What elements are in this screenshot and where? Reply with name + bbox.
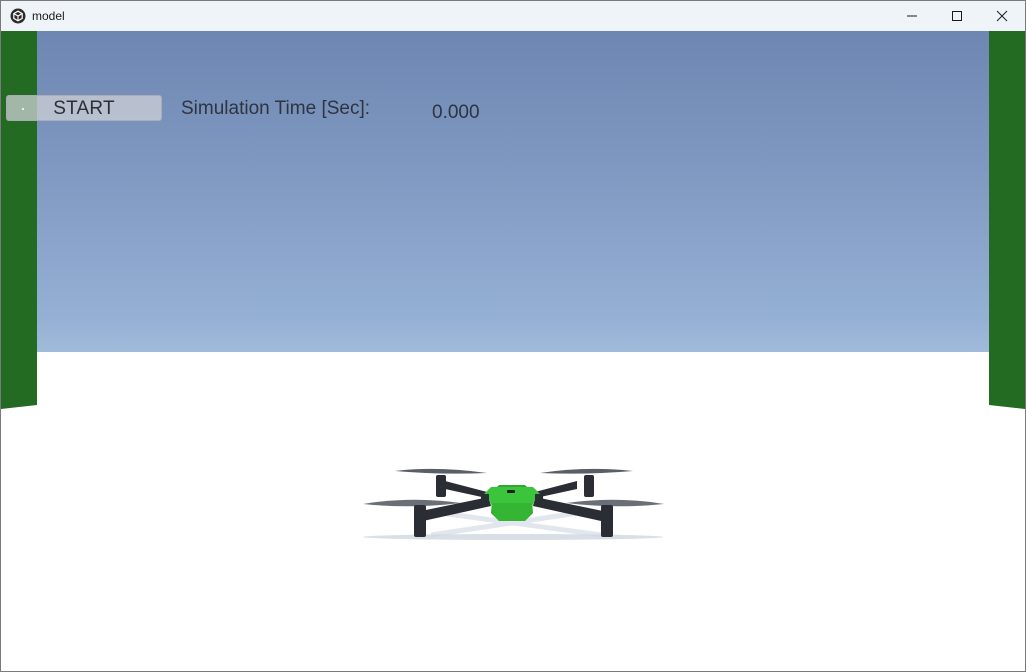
- simulation-time-value: 0.000: [432, 102, 480, 123]
- close-icon: [996, 10, 1008, 22]
- maximize-icon: [952, 11, 962, 21]
- close-button[interactable]: [979, 1, 1025, 31]
- start-button[interactable]: START: [6, 95, 162, 121]
- title-bar[interactable]: model: [1, 1, 1025, 31]
- minimize-icon: [907, 15, 917, 17]
- maximize-button[interactable]: [934, 1, 980, 31]
- quadcopter-drone: [363, 468, 664, 540]
- minimize-button[interactable]: [889, 1, 935, 31]
- start-button-label: START: [53, 98, 115, 119]
- window-title: model: [32, 9, 65, 23]
- right-wall: [989, 31, 1025, 409]
- unity-app-icon: [10, 8, 26, 24]
- left-wall: [1, 31, 37, 409]
- simulation-viewport[interactable]: START Simulation Time [Sec]: 0.000: [1, 31, 1025, 671]
- simulation-time-label: Simulation Time [Sec]:: [181, 98, 371, 119]
- app-window: model START Simulation Time [Sec]: 0.000: [0, 0, 1026, 672]
